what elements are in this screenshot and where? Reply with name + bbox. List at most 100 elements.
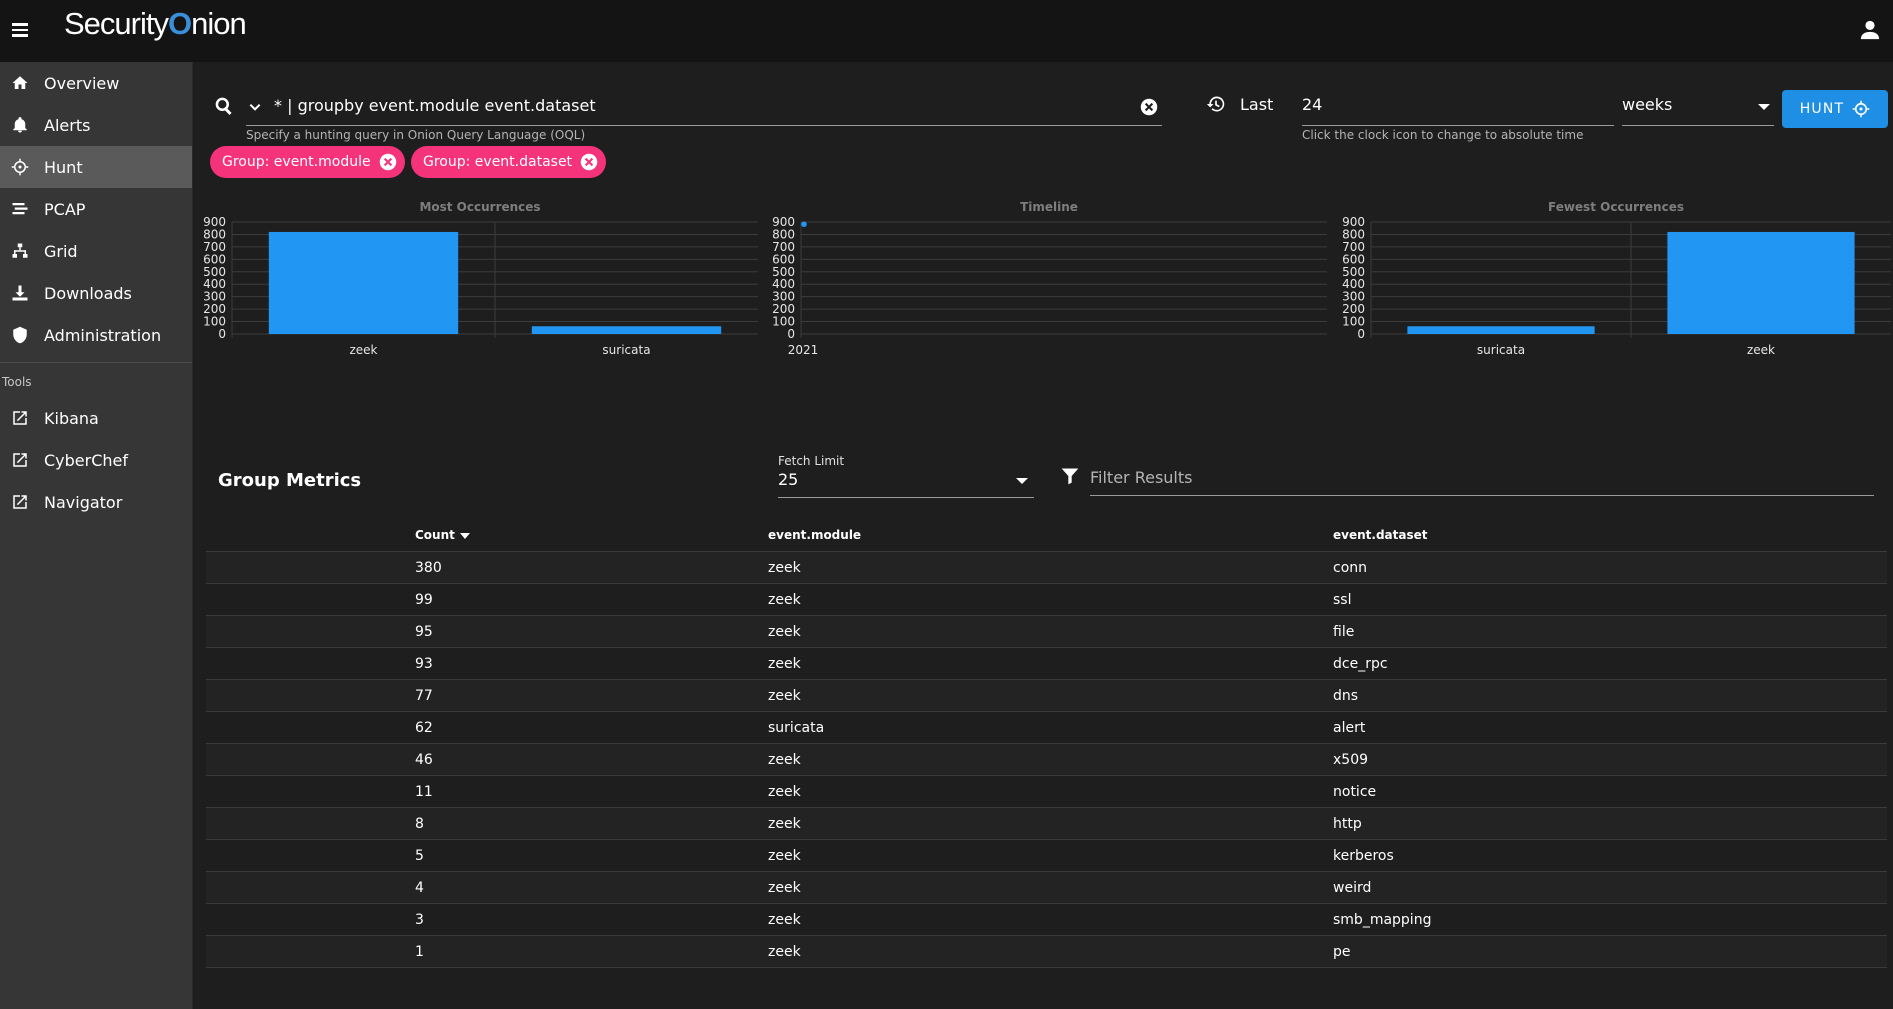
filter-results-input[interactable]: Filter Results [1090, 462, 1874, 496]
sidebar-item-administration[interactable]: Administration [0, 314, 192, 356]
sidebar-item-alerts[interactable]: Alerts [0, 104, 192, 146]
y-tick-label: 400 [203, 277, 226, 291]
y-tick-label: 900 [203, 215, 226, 229]
crosshair-icon [10, 157, 30, 177]
user-icon[interactable] [1859, 19, 1881, 41]
event-module-cell[interactable]: zeek [768, 560, 801, 576]
sidebar-item-label: Downloads [44, 283, 132, 303]
event-dataset-cell[interactable]: file [1333, 624, 1354, 640]
table-row[interactable]: 3 zeek smb_mapping [206, 904, 1887, 936]
sidebar-item-cyberchef[interactable]: CyberChef [0, 439, 192, 481]
table-row[interactable]: 95 zeek file [206, 616, 1887, 648]
table-row[interactable]: 77 zeek dns [206, 680, 1887, 712]
query-input[interactable]: * | groupby event.module event.dataset [246, 90, 1162, 126]
count-cell[interactable]: 5 [415, 848, 424, 864]
event-dataset-cell[interactable]: pe [1333, 944, 1351, 960]
event-module-cell[interactable]: suricata [768, 720, 824, 736]
table-row[interactable]: 4 zeek weird [206, 872, 1887, 904]
count-cell[interactable]: 380 [415, 560, 442, 576]
event-module-cell[interactable]: zeek [768, 688, 801, 704]
timeline-chart: Timeline 0 100 200 300 400 500 600 700 800 900 202… [769, 196, 1329, 357]
event-module-cell[interactable]: zeek [768, 624, 801, 640]
sidebar-item-grid[interactable]: Grid [0, 230, 192, 272]
menu-icon[interactable] [12, 20, 32, 40]
sidebar-item-navigator[interactable]: Navigator [0, 481, 192, 523]
event-dataset-cell[interactable]: ssl [1333, 592, 1351, 608]
chip-remove-icon[interactable] [379, 153, 397, 171]
event-module-cell[interactable]: zeek [768, 752, 801, 768]
y-tick-label: 500 [772, 265, 795, 279]
sidebar-item-downloads[interactable]: Downloads [0, 272, 192, 314]
table-row[interactable]: 8 zeek http [206, 808, 1887, 840]
event-dataset-cell[interactable]: weird [1333, 880, 1371, 896]
bar-suricata [1407, 326, 1595, 334]
event-module-cell[interactable]: zeek [768, 816, 801, 832]
count-cell[interactable]: 4 [415, 880, 424, 896]
count-cell[interactable]: 93 [415, 656, 433, 672]
event-module-cell[interactable]: zeek [768, 784, 801, 800]
group-chip-event-dataset[interactable]: Group: event.dataset [411, 146, 607, 178]
count-cell[interactable]: 77 [415, 688, 433, 704]
sidebar-item-label: Overview [44, 73, 120, 93]
event-module-cell[interactable]: zeek [768, 944, 801, 960]
table-row[interactable]: 1 zeek pe [206, 936, 1887, 968]
column-header-count[interactable]: Count [415, 528, 470, 542]
stream-icon [10, 199, 30, 219]
column-header-event-module[interactable]: event.module [768, 528, 861, 542]
sidebar-item-pcap[interactable]: PCAP [0, 188, 192, 230]
event-dataset-cell[interactable]: http [1333, 816, 1362, 832]
event-module-cell[interactable]: zeek [768, 592, 801, 608]
event-dataset-cell[interactable]: x509 [1333, 752, 1368, 768]
table-row[interactable]: 5 zeek kerberos [206, 840, 1887, 872]
event-dataset-cell[interactable]: alert [1333, 720, 1365, 736]
fetch-limit-select[interactable]: 25 [778, 468, 1034, 498]
table-row[interactable]: 62 suricata alert [206, 712, 1887, 744]
sidebar-item-hunt[interactable]: Hunt [0, 146, 192, 188]
event-module-cell[interactable]: zeek [768, 848, 801, 864]
event-dataset-cell[interactable]: dce_rpc [1333, 656, 1388, 672]
table-row[interactable]: 99 zeek ssl [206, 584, 1887, 616]
clear-icon[interactable] [1140, 98, 1158, 116]
table-row[interactable]: 11 zeek notice [206, 776, 1887, 808]
query-text: * | groupby event.module event.dataset [274, 96, 596, 115]
event-dataset-cell[interactable]: kerberos [1333, 848, 1394, 864]
hunt-button[interactable]: HUNT [1782, 90, 1888, 128]
table-row[interactable]: 46 zeek x509 [206, 744, 1887, 776]
app-logo[interactable]: SecurityOnion [64, 6, 247, 42]
external-link-icon [10, 408, 30, 428]
chevron-down-icon[interactable] [248, 100, 262, 114]
chip-remove-icon[interactable] [580, 153, 598, 171]
count-cell[interactable]: 62 [415, 720, 433, 736]
group-metrics-title: Group Metrics [218, 470, 362, 491]
search-icon[interactable] [214, 96, 234, 116]
onion-swirl-icon: O [167, 6, 192, 41]
event-module-cell[interactable]: zeek [768, 656, 801, 672]
count-cell[interactable]: 1 [415, 944, 424, 960]
history-icon[interactable] [1206, 94, 1226, 114]
count-cell[interactable]: 3 [415, 912, 424, 928]
group-chip-event-module[interactable]: Group: event.module [210, 146, 405, 178]
relative-time-unit-select[interactable]: weeks [1622, 90, 1774, 126]
event-dataset-cell[interactable]: notice [1333, 784, 1376, 800]
event-dataset-cell[interactable]: conn [1333, 560, 1367, 576]
sidebar: Overview Alerts Hunt PCAP Grid Downloads… [0, 62, 193, 1009]
sidebar-divider [0, 362, 192, 363]
count-cell[interactable]: 46 [415, 752, 433, 768]
count-cell[interactable]: 95 [415, 624, 433, 640]
sidebar-item-label: PCAP [44, 199, 86, 219]
count-cell[interactable]: 11 [415, 784, 433, 800]
sidebar-item-overview[interactable]: Overview [0, 62, 192, 104]
count-cell[interactable]: 99 [415, 592, 433, 608]
table-row[interactable]: 380 zeek conn [206, 552, 1887, 584]
event-module-cell[interactable]: zeek [768, 880, 801, 896]
y-tick-label: 900 [772, 215, 795, 229]
table-row[interactable]: 93 zeek dce_rpc [206, 648, 1887, 680]
event-module-cell[interactable]: zeek [768, 912, 801, 928]
relative-time-value-input[interactable]: 24 [1302, 90, 1614, 126]
event-dataset-cell[interactable]: smb_mapping [1333, 912, 1431, 928]
sidebar-item-kibana[interactable]: Kibana [0, 397, 192, 439]
column-header-event-dataset[interactable]: event.dataset [1333, 528, 1427, 542]
sidebar-item-label: Grid [44, 241, 78, 261]
event-dataset-cell[interactable]: dns [1333, 688, 1358, 704]
count-cell[interactable]: 8 [415, 816, 424, 832]
